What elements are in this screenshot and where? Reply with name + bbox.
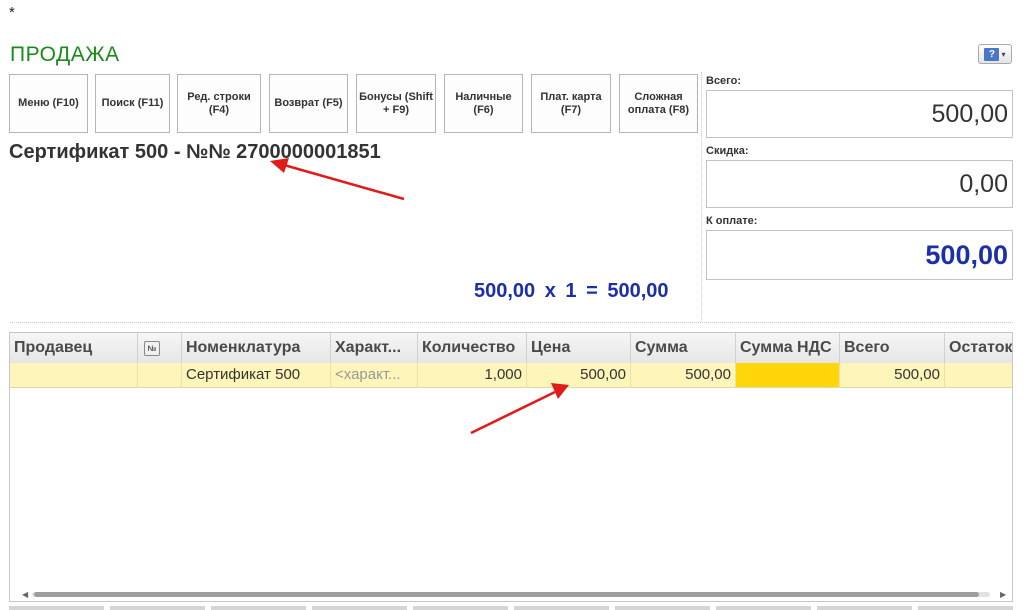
annotation-arrow bbox=[470, 383, 569, 435]
annotation-arrows bbox=[270, 158, 569, 435]
annotation-arrow bbox=[270, 158, 405, 201]
